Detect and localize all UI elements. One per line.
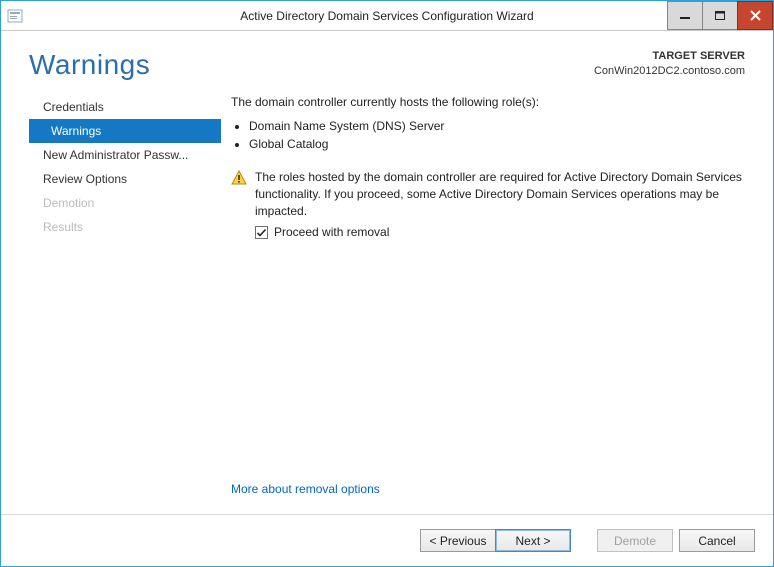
cancel-button[interactable]: Cancel	[679, 529, 755, 552]
content-area: Credentials Warnings New Administrator P…	[29, 91, 745, 514]
main-panel: The domain controller currently hosts th…	[231, 91, 745, 514]
warning-text: The roles hosted by the domain controlle…	[255, 169, 745, 219]
sidebar-item-new-admin-password[interactable]: New Administrator Passw...	[29, 143, 221, 167]
maximize-button[interactable]	[702, 1, 738, 30]
window-title: Active Directory Domain Services Configu…	[1, 9, 773, 23]
target-server-name: ConWin2012DC2.contoso.com	[594, 64, 745, 79]
target-server-label: TARGET SERVER	[594, 49, 745, 64]
sidebar-item-demotion: Demotion	[29, 191, 221, 215]
page-title: Warnings	[29, 49, 150, 81]
wizard-body: Warnings TARGET SERVER ConWin2012DC2.con…	[1, 31, 773, 514]
sidebar-item-credentials[interactable]: Credentials	[29, 95, 221, 119]
more-about-removal-link[interactable]: More about removal options	[231, 482, 745, 514]
role-item: Domain Name System (DNS) Server	[249, 117, 745, 135]
minimize-button[interactable]	[667, 1, 703, 30]
sidebar-item-review-options[interactable]: Review Options	[29, 167, 221, 191]
footer: < Previous Next > Demote Cancel	[1, 514, 773, 566]
window-controls	[668, 1, 773, 30]
proceed-checkbox-label: Proceed with removal	[274, 225, 389, 239]
wizard-window: Active Directory Domain Services Configu…	[0, 0, 774, 567]
roles-list: Domain Name System (DNS) Server Global C…	[231, 117, 745, 153]
sidebar-item-warnings[interactable]: Warnings	[29, 119, 221, 143]
warning-icon	[231, 170, 247, 189]
sidebar: Credentials Warnings New Administrator P…	[29, 91, 221, 514]
previous-button[interactable]: < Previous	[420, 529, 496, 552]
spacer	[571, 529, 591, 552]
warning-row: The roles hosted by the domain controlle…	[231, 169, 745, 219]
app-icon	[1, 1, 29, 30]
titlebar: Active Directory Domain Services Configu…	[1, 1, 773, 31]
header-row: Warnings TARGET SERVER ConWin2012DC2.con…	[29, 31, 745, 91]
close-button[interactable]	[737, 1, 773, 30]
demote-button: Demote	[597, 529, 673, 552]
role-item: Global Catalog	[249, 135, 745, 153]
proceed-checkbox[interactable]	[255, 226, 268, 239]
sidebar-item-results: Results	[29, 215, 221, 239]
proceed-checkbox-row[interactable]: Proceed with removal	[255, 225, 745, 239]
intro-text: The domain controller currently hosts th…	[231, 95, 745, 109]
target-server-block: TARGET SERVER ConWin2012DC2.contoso.com	[594, 49, 745, 80]
next-button[interactable]: Next >	[495, 529, 571, 552]
